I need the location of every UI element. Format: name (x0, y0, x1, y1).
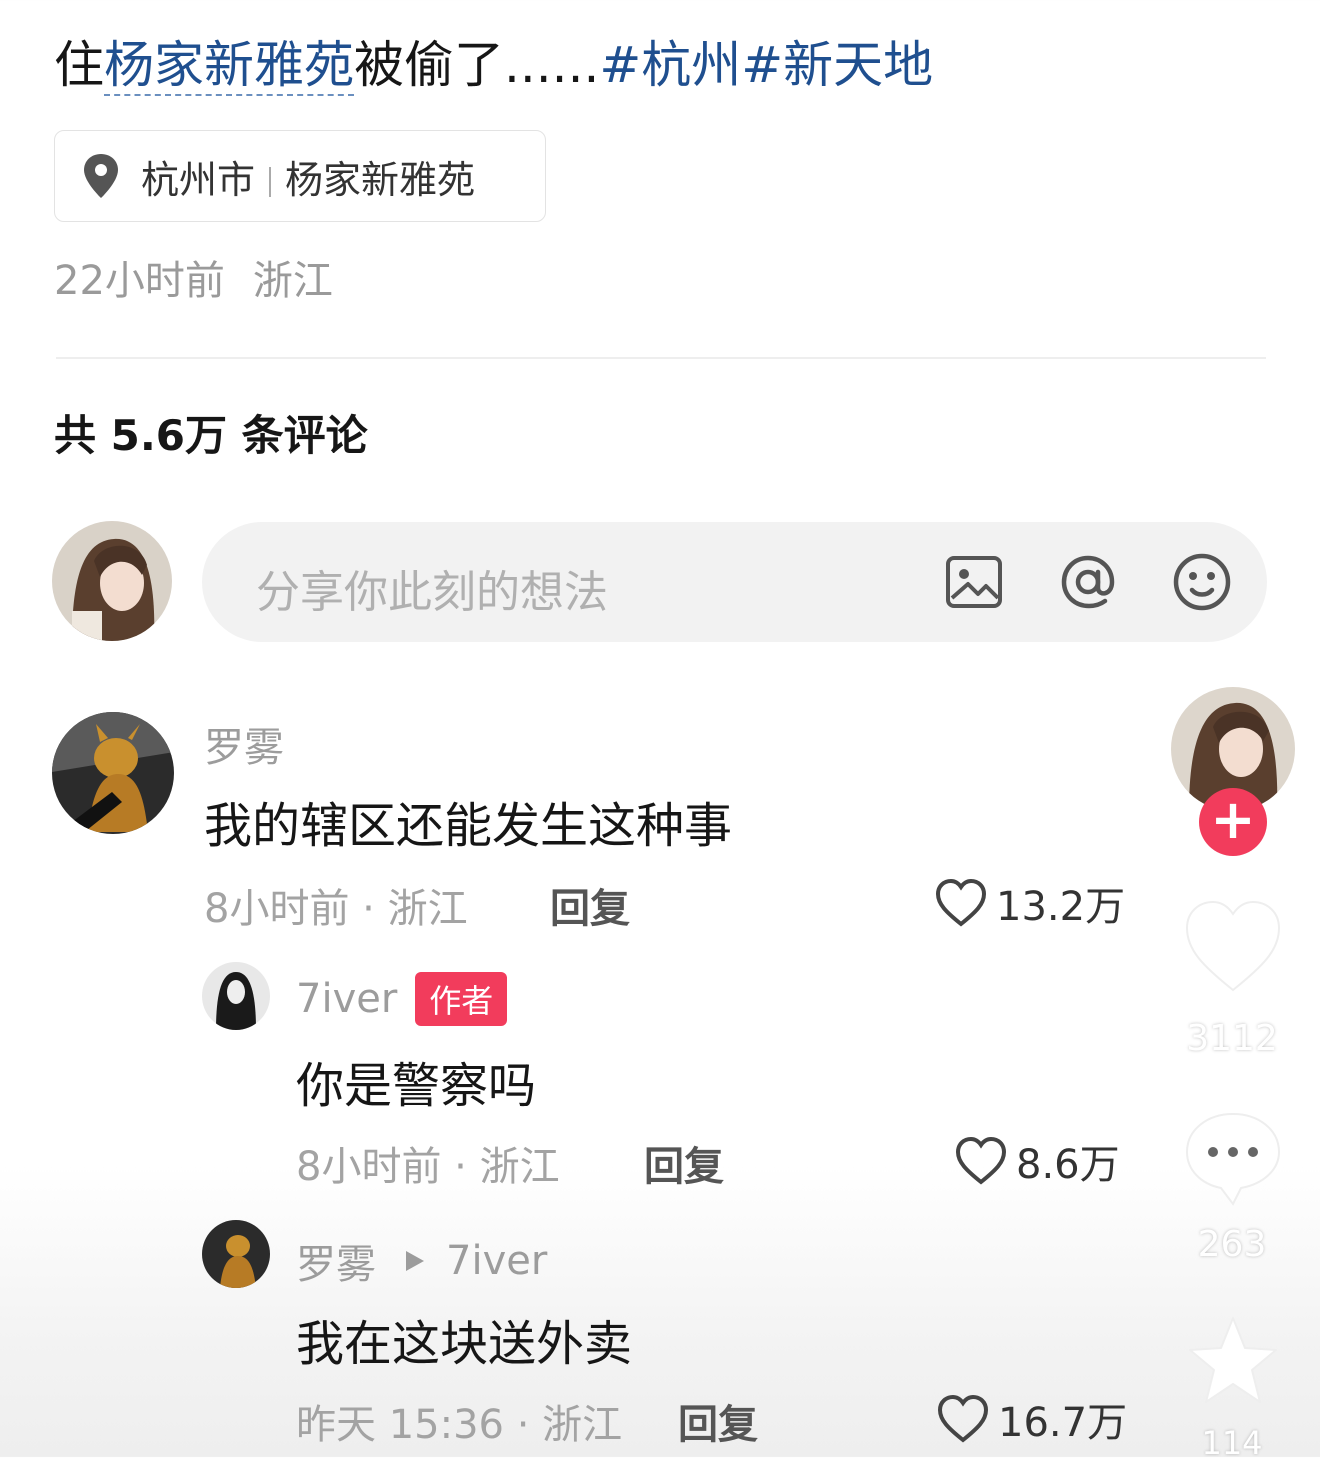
comment-bubble-icon[interactable] (1183, 1108, 1283, 1208)
title-rest: 被偷了...... (354, 36, 600, 94)
post-time: 22小时前 (54, 258, 225, 304)
avatar[interactable] (52, 521, 172, 641)
reply-button[interactable]: 回复 (550, 876, 630, 934)
reply-meta: 8小时前 · 浙江 (296, 1144, 560, 1190)
post-meta: 22小时前 浙江 (54, 248, 333, 306)
rail-like-count: 3112 (1186, 1018, 1278, 1059)
at-icon[interactable] (1056, 550, 1120, 614)
comment-meta: 8小时前 · 浙江 (204, 886, 468, 932)
hashtag-hangzhou[interactable]: #杭州 (599, 36, 741, 94)
title-place-link[interactable]: 杨家新雅苑 (104, 36, 354, 96)
star-icon[interactable] (1186, 1314, 1280, 1406)
emoji-icon[interactable] (1170, 550, 1234, 614)
comment-input-placeholder: 分享你此刻的想法 (256, 567, 608, 618)
comment-text: 我的辖区还能发生这种事 (204, 798, 733, 854)
reply-username[interactable]: 7iver (296, 976, 397, 1022)
reply-to-username[interactable]: 7iver (446, 1238, 547, 1284)
rail-fav-count: 114 (1201, 1424, 1263, 1462)
reply-button[interactable]: 回复 (644, 1134, 724, 1192)
comment-input[interactable]: 分享你此刻的想法 (202, 522, 1267, 642)
like-count: 8.6万 (1016, 1142, 1120, 1188)
like-count: 16.7万 (998, 1400, 1128, 1446)
like-count: 13.2万 (996, 884, 1126, 930)
reply-text: 我在这块送外卖 (296, 1316, 633, 1372)
post-title: 住杨家新雅苑被偷了......#杭州#新天地 (54, 32, 933, 98)
rail-comment-count: 263 (1197, 1224, 1267, 1265)
reply-header: 罗雾 7iver (296, 1232, 547, 1290)
location-pin-icon (84, 154, 118, 198)
reply-meta: 昨天 15:36 · 浙江 (296, 1402, 623, 1448)
like-button[interactable]: 16.7万 (936, 1390, 1127, 1448)
like-button[interactable]: 13.2万 (934, 874, 1125, 932)
author-badge: 作者 (415, 972, 508, 1026)
reply-header: 7iver 作者 (296, 972, 508, 1026)
hashtag-xintiandi[interactable]: #新天地 (741, 36, 933, 94)
location-chip[interactable]: 杭州市 杨家新雅苑 (54, 130, 546, 222)
avatar[interactable] (202, 1220, 270, 1288)
comment-username[interactable]: 罗雾 (204, 715, 284, 773)
comments-count: 共 5.6万 条评论 (54, 411, 368, 460)
location-place: 杨家新雅苑 (285, 157, 476, 202)
heart-icon[interactable] (1183, 890, 1283, 1000)
reply-arrow-icon (406, 1251, 424, 1271)
like-button[interactable]: 8.6万 (954, 1132, 1120, 1190)
divider (56, 357, 1266, 359)
location-text: 杭州市 杨家新雅苑 (141, 149, 475, 204)
heart-icon (937, 1394, 989, 1443)
post-region: 浙江 (252, 258, 333, 304)
avatar[interactable] (202, 962, 270, 1030)
reply-button[interactable]: 回复 (678, 1392, 758, 1450)
avatar[interactable] (52, 712, 174, 834)
title-prefix: 住 (54, 36, 104, 94)
image-icon[interactable] (942, 550, 1006, 614)
heart-icon (955, 1136, 1007, 1185)
reply-text: 你是警察吗 (296, 1058, 537, 1114)
location-city: 杭州市 (141, 157, 256, 202)
follow-button[interactable]: + (1199, 788, 1267, 856)
heart-icon (935, 878, 987, 927)
reply-username[interactable]: 罗雾 (296, 1232, 376, 1290)
